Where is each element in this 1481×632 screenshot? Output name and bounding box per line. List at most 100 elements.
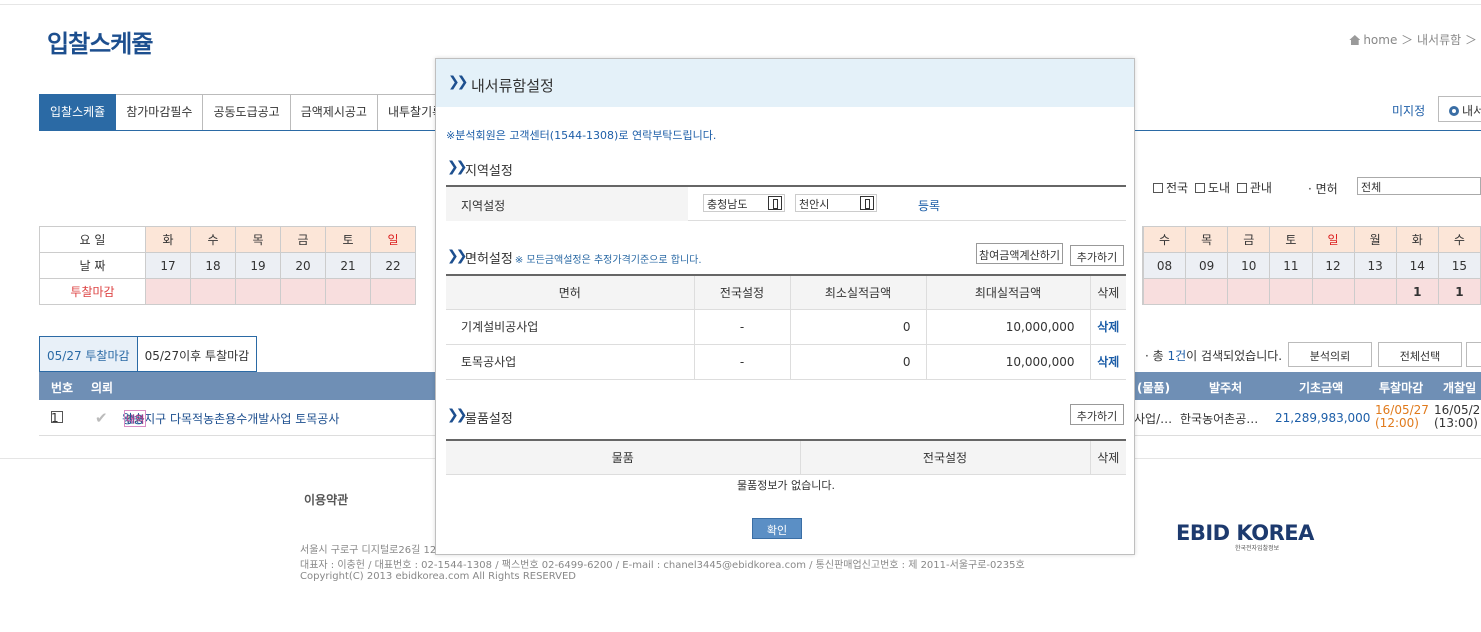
license-national: -	[694, 344, 791, 380]
checkbox-local[interactable]	[1236, 183, 1247, 193]
calendar-date[interactable]: 18	[190, 252, 236, 279]
goods-section-title: 물품설정	[465, 412, 513, 427]
subtab-after-deadline[interactable]: 05/27이후 투찰마감	[137, 336, 258, 372]
subtab-today-deadline[interactable]: 05/27 투찰마감	[39, 336, 138, 372]
terms-link[interactable]: 이용약관	[304, 491, 348, 508]
footer-address: 서울시 구로구 디지털로26길 12	[300, 545, 437, 556]
col-goods: (물품)	[1137, 381, 1171, 395]
calendar-date[interactable]: 10	[1227, 252, 1271, 279]
double-chevron-icon: ❯❯	[447, 248, 468, 264]
license-filter-select[interactable]: 전체	[1357, 177, 1481, 195]
calendar-count	[145, 278, 191, 305]
goods-col-national: 전국설정	[800, 441, 1091, 475]
calendar-left: 요 일 화 수 목 금 토 일 날 짜 17 18 19 20 21 22 투찰…	[39, 226, 416, 305]
extra-button[interactable]	[1466, 342, 1481, 367]
province-select[interactable]: 충청남도	[703, 194, 785, 212]
confirm-button[interactable]: 확인	[752, 518, 802, 539]
license-section-title: 면허설정	[465, 252, 513, 267]
breadcrumb-current[interactable]: 내서류함	[1417, 33, 1461, 47]
calendar-date[interactable]: 14	[1395, 252, 1439, 279]
license-row: 기계설비공사업 - 0 10,000,000 삭제	[446, 309, 1126, 345]
calendar-date[interactable]: 11	[1269, 252, 1313, 279]
tab-required-deadline[interactable]: 참가마감필수	[116, 94, 204, 131]
add-goods-button[interactable]: 추가하기	[1070, 404, 1124, 425]
license-table: 면허 전국설정 최소실적금액 최대실적금액 삭제 기계설비공사업 - 0 10,…	[446, 276, 1126, 380]
logo-subtext: 한국전자입찰정보	[1235, 545, 1280, 552]
license-name: 기계설비공사업	[446, 309, 695, 345]
calendar-day: 수	[1437, 226, 1481, 253]
row-title[interactable]: 왕송지구 다목적농촌용수개발사업 토목공사	[122, 410, 339, 427]
breadcrumb-home[interactable]: home	[1363, 33, 1397, 47]
calendar-count	[235, 278, 281, 305]
calendar-date[interactable]: 09	[1185, 252, 1229, 279]
delete-license-link[interactable]: 삭제	[1090, 309, 1126, 345]
license-col-min: 최소실적금액	[790, 276, 927, 310]
region-row: 지역설정 충청남도 천안시 등록	[446, 187, 1126, 221]
row-number: 1	[51, 411, 59, 425]
calendar-day: 일	[370, 226, 416, 253]
calendar-row-label: 투찰마감	[39, 278, 146, 305]
modal-title: 내서류함설정	[471, 77, 554, 95]
select-all-button[interactable]: 전체선택	[1378, 342, 1462, 367]
calendar-date[interactable]: 12	[1311, 252, 1355, 279]
goods-table: 물품 전국설정 삭제	[446, 441, 1126, 475]
col-no: 번호	[51, 381, 74, 395]
row-base-amount: 21,289,983,000	[1275, 411, 1371, 425]
calendar-count[interactable]: 1	[1395, 278, 1439, 305]
gear-icon	[1449, 106, 1459, 116]
dropdown-icon	[860, 196, 874, 210]
col-base-amount: 기초금액	[1299, 381, 1344, 395]
calendar-date[interactable]: 15	[1437, 252, 1481, 279]
license-min: 0	[790, 344, 927, 380]
calendar-date[interactable]: 17	[145, 252, 191, 279]
double-chevron-icon: ❯❯	[447, 407, 468, 423]
license-col-delete: 삭제	[1090, 276, 1126, 310]
calendar-day: 화	[145, 226, 191, 253]
license-max: 10,000,000	[926, 309, 1091, 345]
calendar-count	[1311, 278, 1355, 305]
calendar-date[interactable]: 22	[370, 252, 416, 279]
col-orderer: 발주처	[1209, 381, 1243, 395]
row-deadline-time: (12:00)	[1375, 416, 1419, 430]
calendar-count	[1142, 278, 1187, 305]
tab-amount-notice[interactable]: 금액제시공고	[290, 94, 378, 131]
calendar-count[interactable]: 1	[1437, 278, 1481, 305]
my-docs-settings-button[interactable]: 내서	[1438, 96, 1481, 122]
calendar-day: 수	[190, 226, 236, 253]
checkbox-province[interactable]	[1194, 183, 1205, 193]
dropdown-icon	[768, 196, 782, 210]
calendar-date[interactable]: 21	[325, 252, 371, 279]
calc-amount-button[interactable]: 참여금액계산하기	[976, 243, 1063, 264]
license-filter-label: · 면허	[1308, 182, 1338, 196]
calendar-count	[1353, 278, 1397, 305]
tab-bid-schedule[interactable]: 입찰스케쥴	[39, 94, 117, 131]
col-request: 의뢰	[91, 381, 114, 395]
license-col-max: 최대실적금액	[926, 276, 1091, 310]
check-icon[interactable]: ✔	[95, 409, 108, 427]
tag-detail: 내역	[124, 410, 147, 427]
region-national-label: 전국	[1166, 181, 1189, 195]
checkbox-national[interactable]	[1153, 183, 1163, 193]
license-max: 10,000,000	[926, 344, 1091, 380]
register-region-link[interactable]: 등록	[918, 197, 940, 214]
calendar-date[interactable]: 20	[280, 252, 326, 279]
analysis-request-button[interactable]: 분석의뢰	[1288, 342, 1372, 367]
province-value: 충청남도	[707, 198, 748, 211]
goods-col-name: 물품	[446, 441, 801, 475]
calendar-date[interactable]: 13	[1353, 252, 1397, 279]
calendar-date[interactable]: 08	[1142, 252, 1187, 279]
my-docs-button-label: 내서	[1462, 104, 1481, 118]
calendar-day: 수	[1142, 226, 1187, 253]
unassigned-link[interactable]: 미지정	[1392, 102, 1425, 119]
add-license-button[interactable]: 추가하기	[1070, 245, 1124, 266]
calendar-date[interactable]: 19	[235, 252, 281, 279]
delete-license-link[interactable]: 삭제	[1090, 344, 1126, 380]
ebid-korea-logo: EBID KOREA	[1176, 521, 1314, 545]
page-title: 입찰스케쥴	[47, 30, 153, 58]
city-select[interactable]: 천안시	[795, 194, 877, 212]
double-chevron-icon: ❯❯	[447, 159, 468, 175]
col-deadline: 투찰마감	[1379, 381, 1424, 395]
calendar-day: 일	[1311, 226, 1355, 253]
deadline-subtabs: 05/27 투찰마감 05/27이후 투찰마감	[39, 336, 258, 372]
tab-joint-contract[interactable]: 공동도급공고	[203, 94, 291, 131]
